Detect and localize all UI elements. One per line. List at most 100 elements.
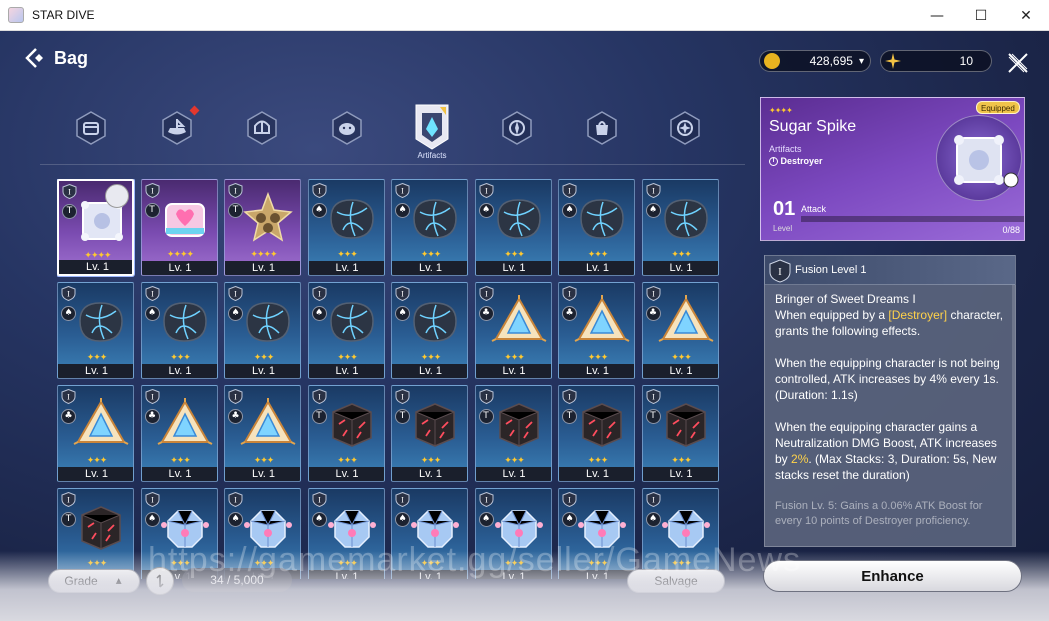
enhance-button[interactable]: Enhance <box>763 560 1022 592</box>
inventory-item[interactable]: I♠✦✦✦Lv. 1 <box>391 179 468 276</box>
inventory-item[interactable]: I♠✦✦✦Lv. 1 <box>307 179 385 276</box>
fusion-level-numeral: I <box>778 266 782 278</box>
rock-blue-artifact-icon <box>413 302 457 342</box>
item-class: T Destroyer <box>769 156 823 167</box>
item-level: Lv. 1 <box>642 364 718 378</box>
rarity-stars: ✦✦✦ <box>504 456 525 466</box>
effect-description[interactable]: Bringer of Sweet Dreams I When equipped … <box>764 285 1016 547</box>
inventory-item[interactable]: I T ✦✦✦✦ Lv. 1 <box>224 179 301 276</box>
tab-8[interactable] <box>668 111 702 145</box>
inventory-item[interactable]: I♠✦✦✦Lv. 1 <box>307 282 385 379</box>
rarity-stars: ✦✦✦ <box>504 353 525 363</box>
rarity-stars: ✦✦✦ <box>337 353 358 363</box>
inventory-item[interactable]: I ♣ ✦✦✦ Lv. 1 <box>57 385 134 482</box>
grade-sort-button[interactable]: Grade ▲ <box>48 569 140 593</box>
tab-6[interactable] <box>500 111 534 145</box>
tab-artifacts-label: Artifacts <box>417 151 447 160</box>
inventory-item[interactable]: I ♣ ✦✦✦ Lv. 1 <box>558 282 635 379</box>
description-scrollbar[interactable] <box>1012 285 1015 546</box>
tab-2[interactable] <box>160 105 200 145</box>
rock-blue-artifact-icon <box>413 199 457 239</box>
watermark-text: https://gamemarket.gg/seller/GameNews <box>148 541 802 579</box>
stat-label: Attack <box>801 204 827 214</box>
svg-text:I: I <box>234 496 237 505</box>
crossed-swords-icon[interactable] <box>1006 51 1030 75</box>
item-level: Lv. 1 <box>141 364 217 378</box>
tab-3[interactable] <box>245 111 279 145</box>
inventory-item[interactable]: I♠✦✦✦Lv. 1 <box>474 179 552 276</box>
inventory-item[interactable]: IT✦✦✦Lv. 1 <box>641 385 719 482</box>
rock-blue-artifact-icon <box>246 302 290 342</box>
compass-icon <box>502 111 532 145</box>
inventory-item[interactable]: I ♣ ✦✦✦ Lv. 1 <box>474 282 552 379</box>
inventory-item[interactable]: I ♣ ✦✦✦ Lv. 1 <box>140 385 218 482</box>
tab-4[interactable] <box>330 111 364 145</box>
inventory-item[interactable]: I ♣ ✦✦✦ Lv. 1 <box>641 282 719 379</box>
rarity-stars: ✦✦✦ <box>170 456 191 466</box>
cube-dark-artifact-icon <box>81 506 121 550</box>
svg-text:I: I <box>568 187 571 196</box>
inventory-item[interactable]: I♠✦✦✦Lv. 1 <box>391 282 468 379</box>
item-level: Lv. 1 <box>59 260 132 274</box>
svg-text:I: I <box>151 187 154 196</box>
inventory-item[interactable]: I♠✦✦✦Lv. 1 <box>140 282 218 379</box>
inventory-item[interactable]: I♠✦✦✦Lv. 1 <box>558 179 635 276</box>
svg-text:I: I <box>151 496 154 505</box>
close-button[interactable]: ✕ <box>1003 0 1049 31</box>
rarity-stars: ✦✦✦ <box>337 250 358 260</box>
inventory-item[interactable]: IT✦✦✦Lv. 1 <box>558 385 635 482</box>
inventory-item[interactable]: I T ✦✦✦✦ Lv. 1 <box>57 179 134 276</box>
svg-text:I: I <box>401 496 404 505</box>
inventory-item[interactable]: IT✦✦✦Lv. 1 <box>57 488 134 579</box>
rock-blue-artifact-icon <box>329 302 374 342</box>
item-level: Lv. 1 <box>58 364 133 378</box>
inventory-item[interactable]: I♠✦✦✦Lv. 1 <box>57 282 134 379</box>
xp-text: 0/88 <box>1002 225 1020 235</box>
inventory-item[interactable]: I T ✦✦✦✦ Lv. 1 <box>140 179 218 276</box>
rarity-stars: ✦✦✦ <box>587 456 609 466</box>
item-level-number: 01 <box>773 198 796 220</box>
item-detail-card: ✦✦✦✦ Sugar Spike Artifacts T Destroyer E… <box>760 97 1025 241</box>
item-level: Lv. 1 <box>475 261 551 275</box>
inventory-item[interactable]: IT✦✦✦Lv. 1 <box>391 385 468 482</box>
tab-7[interactable] <box>585 111 619 145</box>
star-crystal-icon <box>885 53 901 69</box>
item-name: Sugar Spike <box>769 118 857 135</box>
cube-dark-artifact-icon <box>498 403 539 447</box>
tab-1[interactable] <box>74 111 108 145</box>
svg-text:I: I <box>652 496 655 505</box>
rarity-stars: ✦✦✦ <box>671 353 692 363</box>
gold-currency[interactable]: 428,695 ▾ <box>759 50 871 72</box>
item-portrait <box>936 115 1022 201</box>
back-button[interactable]: Bag <box>24 47 88 69</box>
maximize-button[interactable]: ☐ <box>958 0 1004 31</box>
svg-text:I: I <box>485 496 488 505</box>
rock-blue-artifact-icon <box>663 199 708 239</box>
svg-text:I: I <box>401 393 404 402</box>
crystal-currency[interactable]: 10 <box>880 50 992 72</box>
item-level: Lv. 1 <box>559 364 634 378</box>
inventory-item[interactable]: IT✦✦✦Lv. 1 <box>307 385 385 482</box>
window-title: STAR DIVE <box>32 8 95 22</box>
rarity-stars: ✦✦✦ <box>86 559 108 569</box>
item-level: Lv. 1 <box>642 261 718 275</box>
svg-text:I: I <box>318 290 321 299</box>
inventory-item[interactable]: IT✦✦✦Lv. 1 <box>474 385 552 482</box>
item-level: Lv. 1 <box>392 261 467 275</box>
rarity-stars: ✦✦✦ <box>337 456 358 466</box>
svg-text:I: I <box>234 290 237 299</box>
crystal-amount: 10 <box>959 54 973 68</box>
star-gold-artifact-icon <box>243 191 293 242</box>
tab-artifacts[interactable]: Artifacts <box>410 101 454 160</box>
minimize-button[interactable]: — <box>914 0 960 31</box>
rock-blue-artifact-icon <box>79 302 123 342</box>
svg-text:I: I <box>401 187 404 196</box>
item-grid: I T ✦✦✦✦ Lv. 1 I T ✦✦✦✦ Lv. 1 I T ✦✦✦✦ Lv. 1 I ♠ ✦✦✦ Lv… <box>57 179 719 579</box>
inventory-item[interactable]: I ♣ ✦✦✦ Lv. 1 <box>224 385 301 482</box>
effect-title: Bringer of Sweet Dreams I <box>775 292 916 306</box>
inventory-item[interactable]: I♠✦✦✦Lv. 1 <box>641 179 719 276</box>
inventory-item[interactable]: I♠✦✦✦Lv. 1 <box>224 282 301 379</box>
svg-text:I: I <box>151 290 154 299</box>
pyramid-artifact-icon <box>240 398 296 445</box>
item-level: Lv. 1 <box>392 467 467 481</box>
